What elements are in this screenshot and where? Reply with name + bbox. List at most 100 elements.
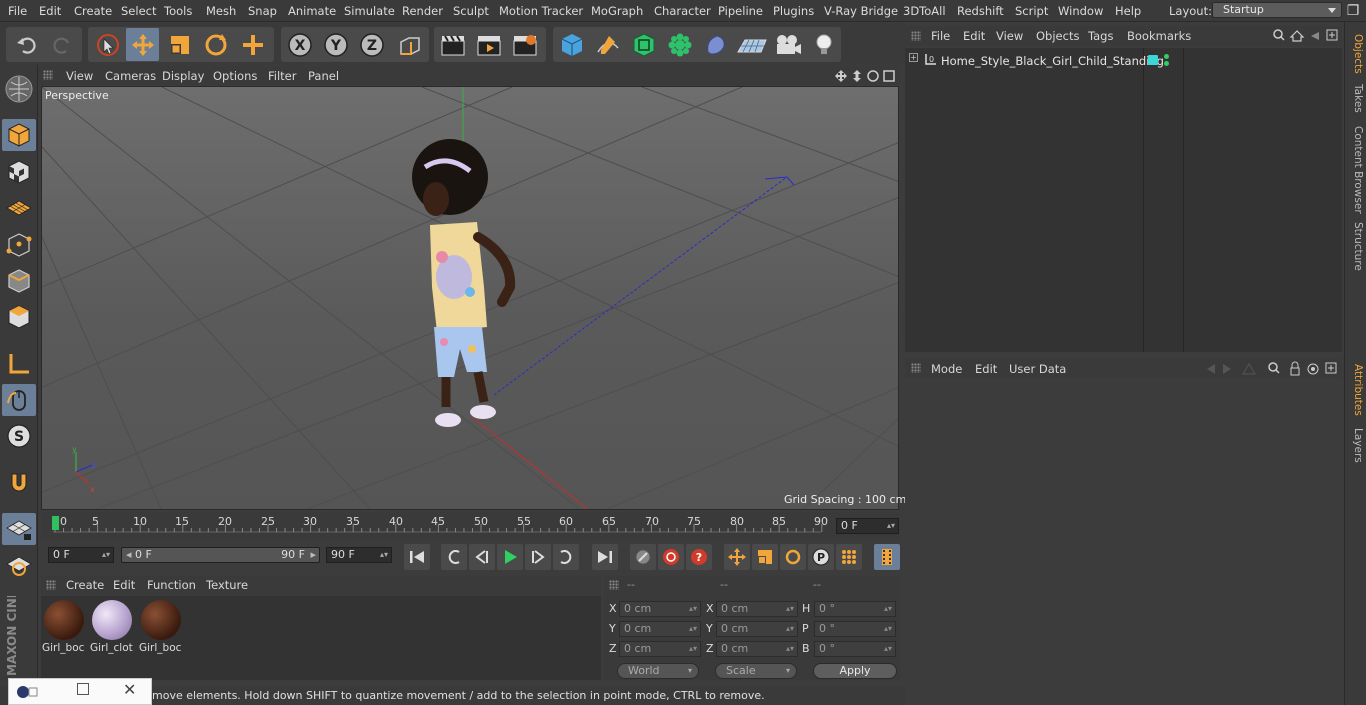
close-icon[interactable]: ✕ — [123, 680, 136, 699]
play-button[interactable] — [497, 544, 523, 570]
scale-tool-button[interactable] — [163, 28, 196, 61]
rotation-p-field[interactable]: 0 ° ▴▾ — [814, 621, 896, 637]
om-menu-tags[interactable]: Tags — [1088, 29, 1113, 43]
make-editable-button[interactable] — [2, 73, 36, 105]
material-menu-edit[interactable]: Edit — [113, 578, 135, 592]
live-selection-button[interactable] — [91, 28, 124, 61]
next-key-button[interactable] — [553, 544, 579, 570]
light-button[interactable] — [807, 28, 840, 61]
tweak-mode-button[interactable] — [2, 384, 36, 416]
key-pla-button[interactable] — [836, 544, 862, 570]
tab-structure[interactable]: Structure — [1346, 222, 1364, 271]
material-swatch[interactable]: Girl_clot — [90, 598, 134, 656]
menu-snap[interactable]: Snap — [248, 4, 277, 18]
viewport-menu-filter[interactable]: Filter — [268, 69, 296, 83]
go-to-start-button[interactable] — [404, 544, 430, 570]
menu-pipeline[interactable]: Pipeline — [718, 4, 763, 18]
material-menu-create[interactable]: Create — [66, 578, 104, 592]
snap-button[interactable]: S — [2, 420, 36, 452]
menu-character[interactable]: Character — [654, 4, 711, 18]
menu-vray-bridge[interactable]: V-Ray Bridge — [824, 4, 898, 18]
viewport-menu-panel[interactable]: Panel — [308, 69, 339, 83]
key-rotation-button[interactable] — [780, 544, 806, 570]
pen-spline-button[interactable] — [591, 28, 624, 61]
size-mode-select[interactable]: Scale ▾ — [715, 663, 797, 679]
material-swatch[interactable]: Girl_boc — [139, 598, 183, 656]
coordinate-system-button[interactable] — [393, 28, 426, 61]
workplane-mode-button[interactable] — [2, 192, 36, 224]
maximize-icon[interactable] — [77, 683, 89, 695]
size-y-field[interactable]: 0 cm ▴▾ — [716, 621, 798, 637]
menu-render[interactable]: Render — [402, 4, 443, 18]
camera-button[interactable] — [771, 28, 804, 61]
menu-mograph[interactable]: MoGraph — [591, 4, 643, 18]
girl-character-model[interactable] — [412, 139, 516, 427]
om-toolbar-icons[interactable] — [1271, 28, 1341, 44]
om-menu-objects[interactable]: Objects — [1036, 29, 1079, 43]
viewport-menu-display[interactable]: Display — [162, 69, 204, 83]
x-axis-button[interactable]: X — [283, 28, 316, 61]
menu-animate[interactable]: Animate — [288, 4, 336, 18]
render-settings-button[interactable] — [508, 28, 541, 61]
menu-mesh[interactable]: Mesh — [206, 4, 236, 18]
start-frame-field[interactable]: 0 F ▴▾ — [48, 547, 114, 563]
key-scale-button[interactable] — [752, 544, 778, 570]
timeline-window-button[interactable] — [874, 544, 900, 570]
object-name[interactable]: Home_Style_Black_Girl_Child_Standing — [941, 54, 1164, 68]
key-parameter-button[interactable]: P — [808, 544, 834, 570]
model-mode-button[interactable] — [2, 119, 36, 151]
tab-layers[interactable]: Layers — [1346, 428, 1364, 463]
menu-simulate[interactable]: Simulate — [344, 4, 395, 18]
locked-workplane-button[interactable] — [2, 513, 36, 545]
current-frame-field[interactable]: 0 F ▴▾ — [836, 518, 899, 534]
rotation-h-field[interactable]: 0 ° ▴▾ — [814, 601, 896, 617]
tab-takes[interactable]: Takes — [1346, 84, 1364, 113]
layer-color-tag[interactable] — [1148, 55, 1158, 65]
z-axis-button[interactable]: Z — [355, 28, 388, 61]
frame-range-slider[interactable]: ◂ 0 F 90 F ▸ — [121, 547, 320, 563]
menu-window[interactable]: Window — [1058, 4, 1103, 18]
attr-toolbar-icons[interactable] — [1201, 361, 1341, 377]
tab-content-browser[interactable]: Content Browser — [1346, 126, 1364, 214]
rotation-b-field[interactable]: 0 ° ▴▾ — [814, 641, 896, 657]
menu-sculpt[interactable]: Sculpt — [453, 4, 489, 18]
layout-select[interactable]: Startup — [1212, 2, 1342, 18]
menu-script[interactable]: Script — [1015, 4, 1048, 18]
tab-attributes[interactable]: Attributes — [1346, 364, 1364, 416]
menu-help[interactable]: Help — [1115, 4, 1141, 18]
minimized-window-bar[interactable]: ✕ — [8, 678, 152, 705]
deformer-button[interactable] — [699, 28, 732, 61]
om-menu-view[interactable]: View — [996, 29, 1023, 43]
points-mode-button[interactable] — [2, 229, 36, 261]
redo-button[interactable] — [45, 28, 78, 61]
next-frame-button[interactable] — [525, 544, 551, 570]
render-view-button[interactable] — [436, 28, 469, 61]
om-menu-bookmarks[interactable]: Bookmarks — [1127, 29, 1191, 43]
menu-create[interactable]: Create — [74, 4, 112, 18]
menu-plugins[interactable]: Plugins — [773, 4, 814, 18]
subdivision-surface-button[interactable] — [627, 28, 660, 61]
menu-redshift[interactable]: Redshift — [957, 4, 1004, 18]
viewport-menu-options[interactable]: Options — [213, 69, 257, 83]
axis-mode-button[interactable] — [2, 348, 36, 380]
expand-icon[interactable]: + — [909, 53, 918, 62]
menu-motion-tracker[interactable]: Motion Tracker — [499, 4, 583, 18]
viewport-menu-view[interactable]: View — [66, 69, 93, 83]
material-menu-texture[interactable]: Texture — [206, 578, 248, 592]
attr-menu-edit[interactable]: Edit — [975, 362, 997, 376]
perspective-viewport[interactable]: y z x — [41, 86, 899, 510]
edges-mode-button[interactable] — [2, 265, 36, 297]
attr-menu-mode[interactable]: Mode — [931, 362, 962, 376]
om-menu-edit[interactable]: Edit — [963, 29, 985, 43]
previous-frame-button[interactable] — [469, 544, 495, 570]
material-swatch[interactable]: Girl_boc — [42, 598, 86, 656]
y-axis-button[interactable]: Y — [319, 28, 352, 61]
playhead-marker[interactable] — [52, 516, 59, 530]
magnet-button[interactable] — [2, 467, 36, 499]
menu-select[interactable]: Select — [121, 4, 156, 18]
om-menu-file[interactable]: File — [931, 29, 950, 43]
viewport-nav-icons[interactable] — [834, 68, 898, 84]
size-x-field[interactable]: 0 cm ▴▾ — [716, 601, 798, 617]
window-maximize-icon[interactable]: ❐ — [1344, 2, 1362, 20]
key-position-button[interactable] — [724, 544, 750, 570]
